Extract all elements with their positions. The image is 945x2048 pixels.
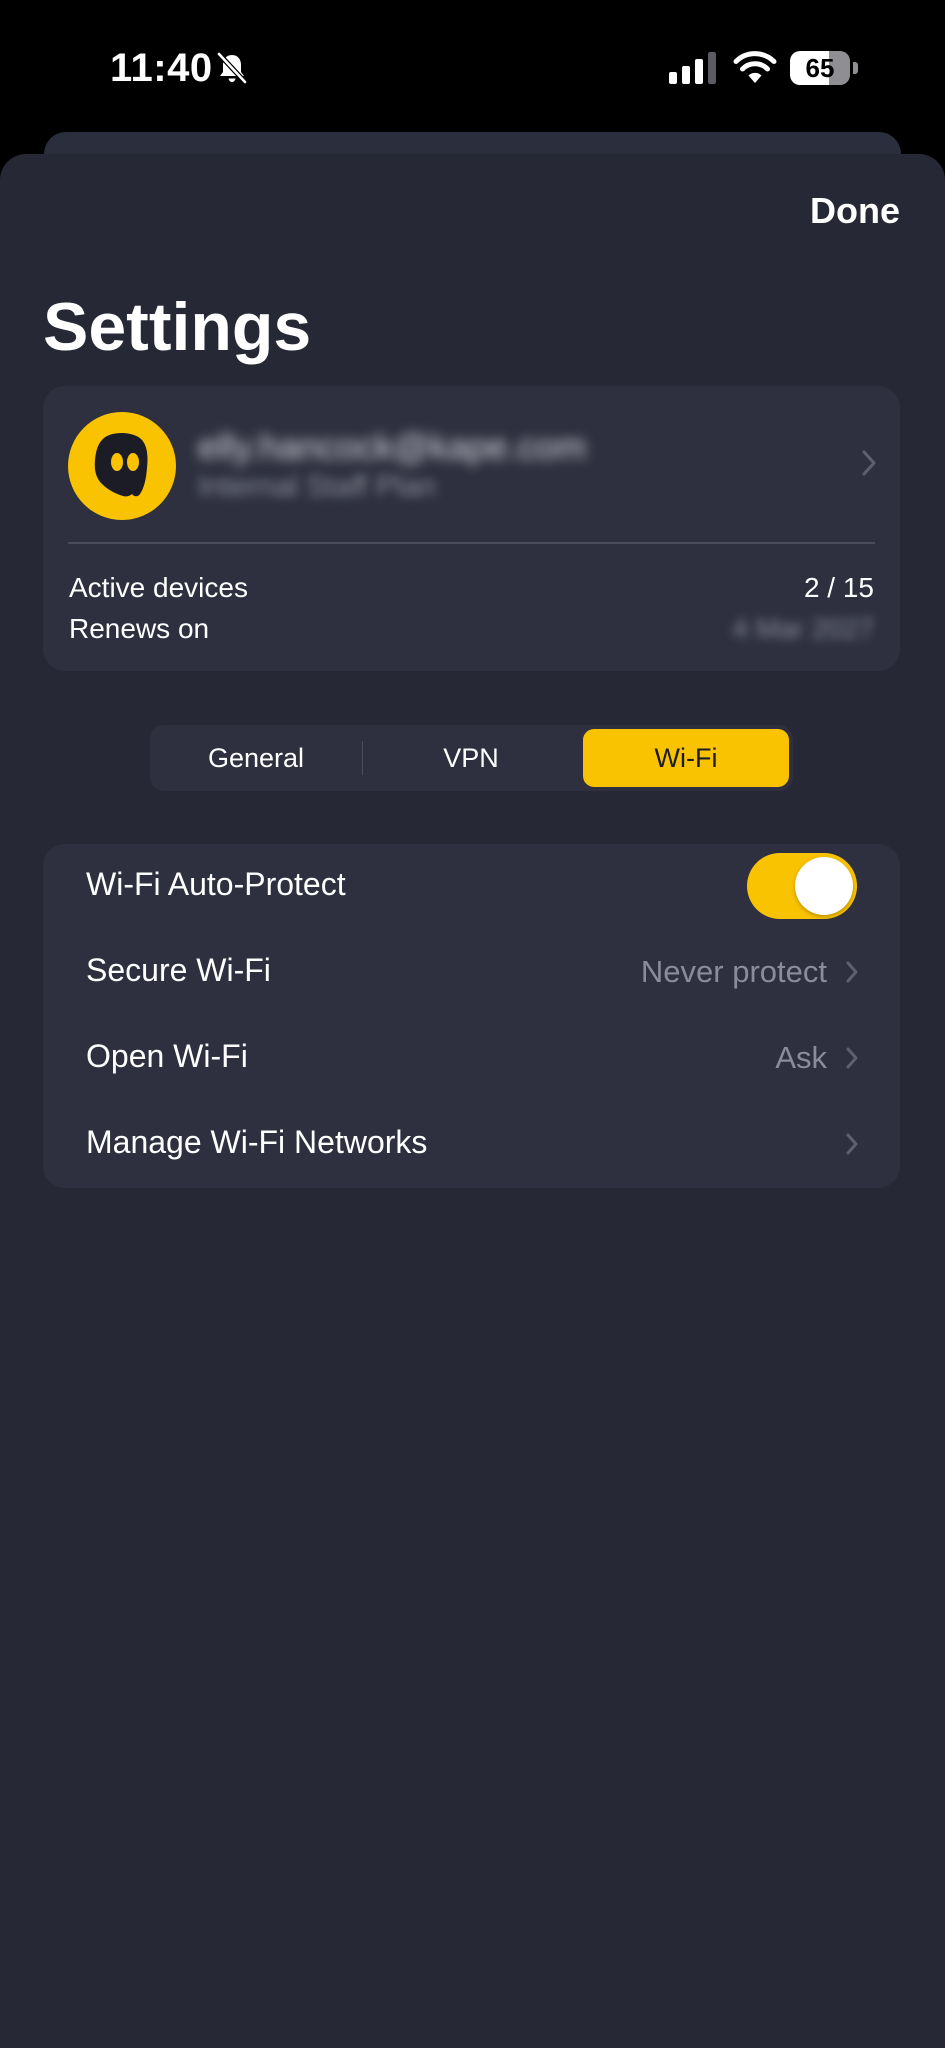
chevron-right-icon — [846, 1047, 858, 1069]
wifi-auto-protect-row: Wi-Fi Auto-Protect — [43, 844, 900, 930]
settings-tabs: General VPN Wi-Fi — [150, 725, 793, 791]
battery-percentage: 65 — [805, 53, 835, 83]
tab-wifi[interactable]: Wi-Fi — [583, 729, 789, 787]
battery-indicator: 65 — [790, 51, 858, 85]
toggle-knob — [795, 857, 853, 915]
bell-slash-icon — [217, 52, 247, 84]
avatar — [68, 412, 176, 520]
wifi-auto-protect-toggle[interactable] — [747, 853, 857, 919]
wifi-settings-card: Wi-Fi Auto-Protect Secure Wi-Fi Never pr… — [43, 844, 900, 1188]
account-card: elly.hancock@kape.com Internal Staff Pla… — [43, 386, 900, 671]
tab-separator — [362, 741, 363, 775]
active-devices-label: Active devices — [69, 572, 248, 603]
cellular-signal-icon — [669, 52, 716, 84]
chevron-right-icon — [862, 450, 876, 476]
renews-on-label: Renews on — [69, 613, 210, 644]
active-devices-value: 2 / 15 — [803, 572, 874, 603]
card-divider — [68, 542, 875, 544]
account-plan: Internal Staff Plan — [198, 470, 436, 503]
chevron-right-icon — [846, 1133, 858, 1155]
tab-vpn[interactable]: VPN — [366, 729, 576, 787]
wifi-icon — [733, 51, 777, 83]
done-button[interactable]: Done — [810, 190, 900, 232]
account-row[interactable]: elly.hancock@kape.com Internal Staff Pla… — [43, 386, 900, 541]
manage-wifi-networks-row[interactable]: Manage Wi-Fi Networks — [43, 1102, 900, 1188]
wifi-auto-protect-label: Wi-Fi Auto-Protect — [86, 866, 346, 902]
secure-wifi-row[interactable]: Secure Wi-Fi Never protect — [43, 930, 900, 1016]
settings-sheet: Done Settings elly.hancock@kape.com Inte… — [0, 154, 945, 2048]
open-wifi-row[interactable]: Open Wi-Fi Ask — [43, 1016, 900, 1102]
open-wifi-value: Ask — [775, 1040, 827, 1075]
ghost-icon — [94, 432, 148, 497]
chevron-right-icon — [846, 961, 858, 983]
manage-wifi-networks-label: Manage Wi-Fi Networks — [86, 1124, 428, 1160]
status-bar: 11:40 65 — [0, 0, 945, 135]
renews-on-value: 4 Mar 2027 — [732, 613, 874, 644]
status-time: 11:40 — [110, 46, 213, 90]
page-title: Settings — [43, 289, 312, 365]
open-wifi-label: Open Wi-Fi — [86, 1038, 248, 1074]
secure-wifi-value: Never protect — [640, 954, 827, 989]
secure-wifi-label: Secure Wi-Fi — [86, 952, 271, 988]
account-email: elly.hancock@kape.com — [198, 426, 587, 467]
tab-general[interactable]: General — [154, 729, 358, 787]
